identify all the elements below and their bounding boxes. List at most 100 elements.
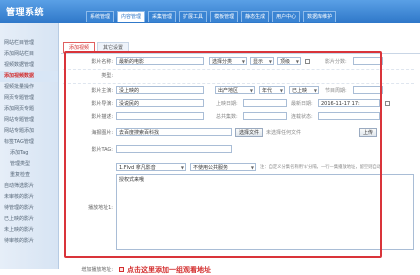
topnav-tools[interactable]: 扩展工具 [179,11,208,22]
description-label: 影片描述: [91,114,113,120]
sidebar-item-site-topic[interactable]: 网站专题管理 [0,115,58,126]
row-cast: 影片主演: 没上映的 出产地区 ▼ 年代 ▼ 已上映 ▼ 节目周期: [63,86,418,96]
sidebar-item-site-topic-add[interactable]: 网站专题添加 [0,126,58,137]
name-input[interactable]: 最新的电影 [116,57,204,65]
row-player-select: 1.Flvd 拿凡影音 ▼ 不使用公共服务 ▼ 注：自定义分集名称用'$'分隔，一行… [63,163,418,173]
topnav-template[interactable]: 模板管理 [210,11,239,22]
sidebar-item-type-manage[interactable]: 管理类型 [0,159,58,170]
sidebar-item-tag-manage[interactable]: 标签TAG管理 [0,137,58,148]
sidebar-item-unreviewed[interactable]: 未审核的影片 [0,192,58,203]
recommend-checkbox[interactable] [305,59,310,64]
topnav-content[interactable]: 内容管理 [117,11,146,22]
name-label: 影片名称: [91,59,113,65]
episode-label: 节目周期: [325,88,347,94]
topnav-collect[interactable]: 采集管理 [148,11,177,22]
score-input[interactable] [353,57,383,65]
status-select-value: 已上映 [292,88,308,94]
cast-input[interactable]: 没上映的 [116,86,204,94]
sidebar-item-auto-filter[interactable]: 自动筛选影片 [0,181,58,192]
row-separator [63,69,414,70]
year-select-value: 年代 [262,88,273,94]
row-separator [63,83,414,84]
top-navigation: 系统管理 内容管理 采集管理 扩展工具 模板管理 静态生成 用户中心 数据库维护 [86,11,337,22]
top-bar: 管理系统 系统管理 内容管理 采集管理 扩展工具 模板管理 静态生成 用户中心 … [0,0,420,23]
file-status: 未选择任何文件 [266,130,302,136]
row-picture: 海报图片: 去百度搜索百科找 选择文件 未选择任何文件 上传 [63,128,418,138]
row-name: 影片名称: 最新的电影 选择分类 ▼ 显示 ▼ 顶级 ▼ 影片分数: [63,57,418,67]
sidebar-item-video-manage[interactable]: 视频数据管理 [0,60,58,71]
director-label: 影片导演: [91,101,113,107]
sidebar-item-add-tag[interactable]: 添加Tag [0,148,58,159]
description-input[interactable] [116,112,204,120]
chevron-down-icon: ▼ [180,165,184,170]
sidebar-item-column-manage[interactable]: 网站栏目管理 [0,38,58,49]
sidebar-item-topic-manage[interactable]: 网页专题管理 [0,93,58,104]
total-episodes-input[interactable] [243,112,287,120]
chevron-down-icon: ▼ [279,88,283,93]
sidebar-item-pending[interactable]: 待管理的影片 [0,203,58,214]
player-hint: 注：自定义分集名称用'$'分隔，一行一集播放地址，留空则自动 [260,165,382,170]
choose-file-button[interactable]: 选择文件 [235,128,264,137]
sidebar-item-batch[interactable]: 视频批量操作 [0,82,58,93]
serial-status-input[interactable] [318,112,380,120]
plus-icon [119,267,124,272]
add-player-label: 增加播放地址: [81,267,113,273]
player-address-label: 播放地址1: [88,205,113,211]
sidebar-item-dup-check[interactable]: 重复检查 [0,170,58,181]
total-episodes-label: 总共集数: [216,114,238,120]
cast-label: 影片主演: [91,88,113,94]
row-player-label: 播放地址1: [63,203,123,213]
episode-input[interactable] [353,86,383,94]
topnav-static[interactable]: 静态生成 [241,11,270,22]
type-label: 类型: [101,73,113,79]
position-select-value: 顶级 [280,59,291,65]
poster-label: 海报图片: [91,130,113,136]
update-date-input[interactable]: 2016-11-17 17: [318,99,380,107]
area-select[interactable]: 出产地区 ▼ [215,86,255,94]
display-select-value: 显示 [253,59,264,65]
director-input[interactable]: 没说民的 [116,99,204,107]
category-select-value: 选择分类 [212,59,233,65]
update-date-checkbox[interactable] [385,101,390,106]
sidebar-item-add-video[interactable]: 添加视频数据 [0,71,58,82]
chevron-down-icon: ▼ [249,88,253,93]
sidebar-item-released[interactable]: 已上映的影片 [0,214,58,225]
position-select[interactable]: 顶级 ▼ [277,57,301,65]
sidebar-item-add-topic[interactable]: 添加网页专题 [0,104,58,115]
row-type: 类型: [63,71,418,81]
sidebar-item-to-review[interactable]: 待审核的影片 [0,236,58,247]
sidebar: 网站栏目管理 添加网站栏目 视频数据管理 添加视频数据 视频批量操作 网页专题管… [0,23,59,269]
release-date-label: 上映日期: [216,101,238,107]
topnav-users[interactable]: 用户中心 [272,11,301,22]
tag-label: 影片TAG: [91,147,113,153]
year-select[interactable]: 年代 ▼ [259,86,285,94]
upload-button[interactable]: 上传 [359,128,378,137]
tab-divider [61,53,420,54]
sidebar-item-add-column[interactable]: 添加网站栏目 [0,49,58,60]
chevron-down-icon: ▼ [313,88,317,93]
app-title: 管理系统 [6,8,45,18]
row-director: 影片导演: 没说民的 上映日期: 最新日期: 2016-11-17 17: [63,99,418,109]
player-select-value: 1.Flvd 拿凡影音 [119,165,156,171]
chevron-down-icon: ▼ [250,165,254,170]
server-select[interactable]: 不使用公共服务 ▼ [190,163,256,171]
poster-url-input[interactable]: 去百度搜索百科找 [116,128,232,136]
status-select[interactable]: 已上映 ▼ [289,86,319,94]
topnav-system[interactable]: 系统管理 [86,11,115,22]
release-date-input[interactable] [243,99,287,107]
sidebar-item-unreleased[interactable]: 未上映的影片 [0,225,58,236]
player-select[interactable]: 1.Flvd 拿凡影音 ▼ [116,163,186,171]
chevron-down-icon: ▼ [295,59,299,64]
category-select[interactable]: 选择分类 ▼ [209,57,247,65]
score-label: 影片分数: [325,59,347,65]
row-extra: 影片描述: 总共集数: 连载状态: [63,112,418,122]
server-select-value: 不使用公共服务 [193,165,229,171]
row-tag: 影片TAG: [63,145,418,155]
add-player-link[interactable]: 点击这里添加一组观看地址 [127,265,211,275]
row-add-player: 增加播放地址: 点击这里添加一组观看地址 [63,265,418,275]
player-address-textarea[interactable]: 授权式来哦 [116,174,414,250]
tag-input[interactable] [116,145,232,153]
topnav-database[interactable]: 数据库维护 [303,11,337,22]
display-select[interactable]: 显示 ▼ [250,57,274,65]
